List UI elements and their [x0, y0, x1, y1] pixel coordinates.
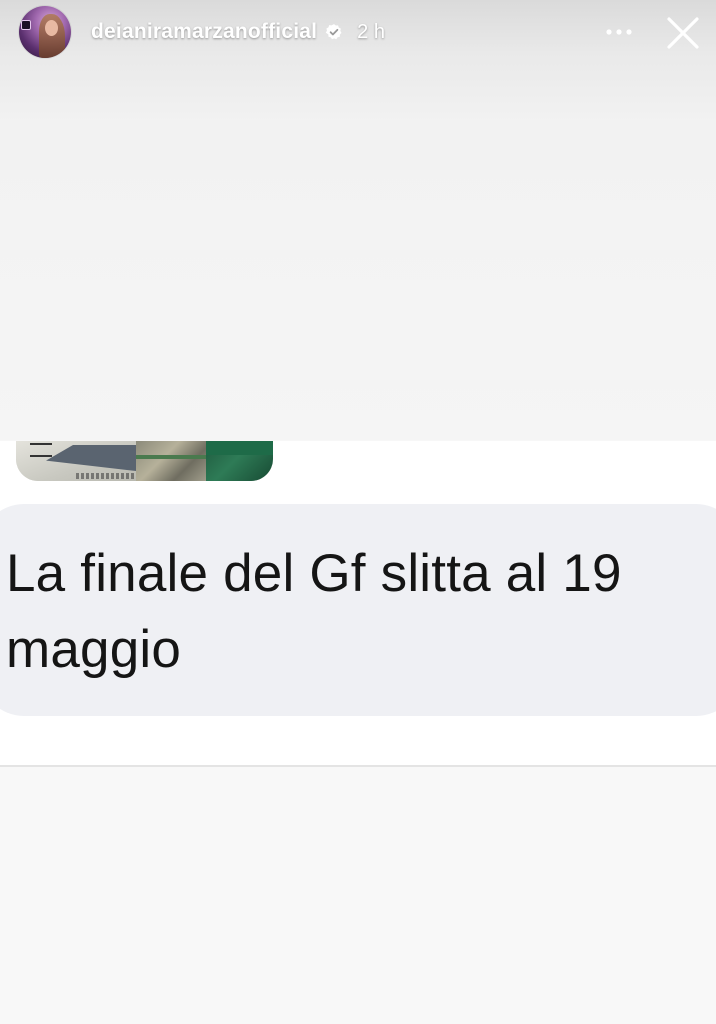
- avatar[interactable]: [19, 6, 71, 58]
- more-options-button[interactable]: [600, 16, 638, 48]
- story-header: deianiramarzanofficial 2 h: [0, 0, 716, 66]
- story-viewer[interactable]: deianiramarzanofficial 2 h La finale del…: [0, 0, 716, 1024]
- story-background-top: [0, 0, 716, 440]
- username[interactable]: deianiramarzanofficial: [91, 20, 317, 44]
- avatar-sign: [21, 20, 31, 30]
- close-icon: [667, 17, 699, 49]
- story-background-bottom: [0, 767, 716, 1024]
- post-time: 2 h: [357, 20, 385, 43]
- verified-badge-icon: [325, 23, 343, 41]
- message-text: La finale del Gf slitta al 19 maggio: [6, 544, 622, 679]
- username-row: deianiramarzanofficial 2 h: [91, 17, 385, 47]
- close-button[interactable]: [662, 12, 704, 54]
- avatar-face: [45, 20, 58, 36]
- news-thumbnail-image: [16, 441, 273, 481]
- more-horizontal-icon: [606, 29, 632, 35]
